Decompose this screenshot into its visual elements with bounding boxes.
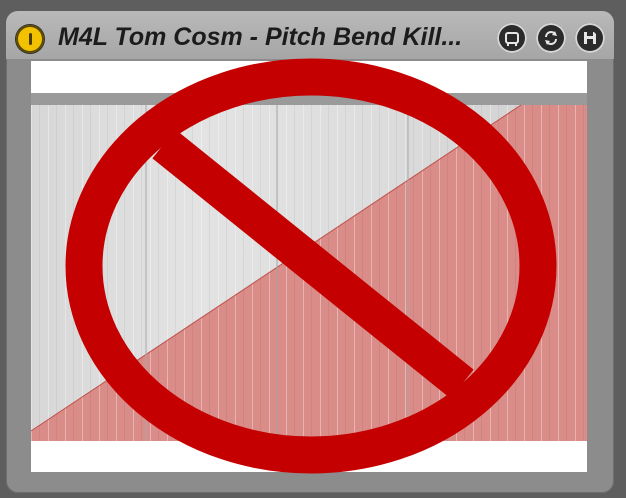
save-icon	[584, 32, 596, 44]
pitch-bend-graph	[31, 93, 587, 441]
graph-stripes	[31, 105, 587, 441]
device-title: M4L Tom Cosm - Pitch Bend Kill...	[58, 23, 463, 51]
hot-swap-button[interactable]	[536, 23, 566, 53]
pitch-bend-display	[31, 61, 587, 472]
top-bar	[31, 93, 587, 105]
power-icon	[28, 33, 32, 45]
hot-swap-icon	[545, 31, 557, 45]
power-button[interactable]	[16, 25, 44, 53]
device-map-icon	[505, 32, 519, 46]
save-button[interactable]	[575, 23, 605, 53]
device-map-button[interactable]	[497, 23, 527, 53]
